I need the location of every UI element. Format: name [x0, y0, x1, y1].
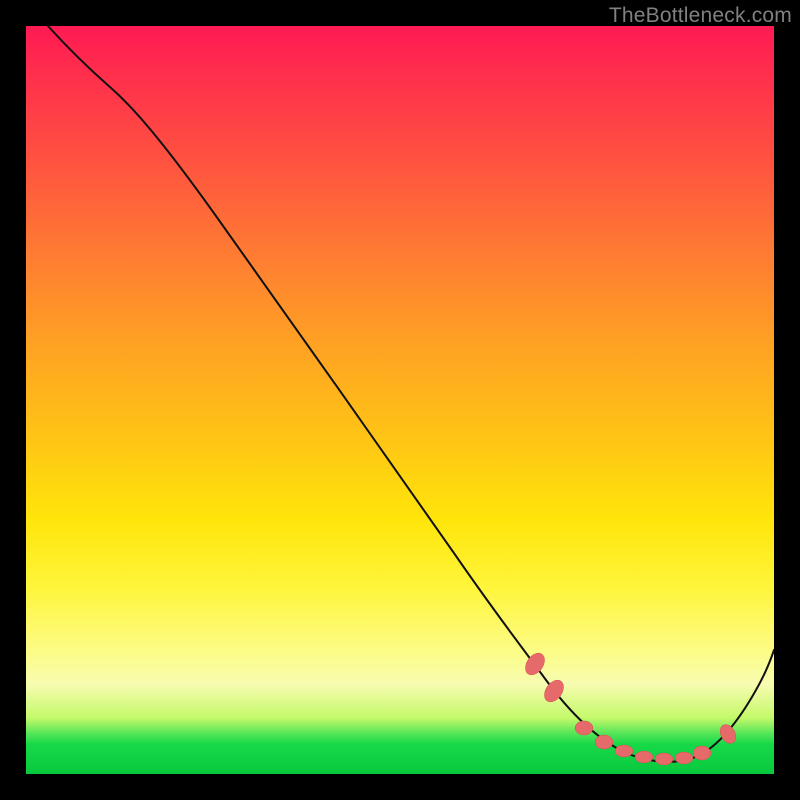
chart-plot-area [26, 26, 774, 774]
watermark-text: TheBottleneck.com [609, 4, 792, 28]
chart-background-gradient [26, 26, 774, 774]
